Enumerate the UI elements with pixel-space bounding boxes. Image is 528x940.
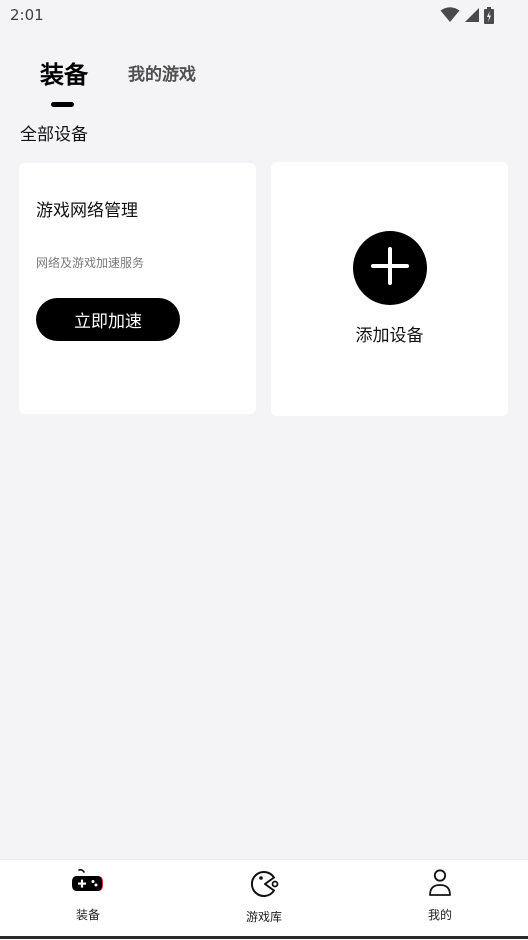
nav-label-game-library: 游戏库 bbox=[245, 910, 282, 924]
cell-signal-icon bbox=[464, 7, 480, 23]
tab-my-games-label: 我的游戏 bbox=[128, 65, 196, 85]
status-bar: 2:01 bbox=[0, 0, 528, 30]
plus-icon bbox=[369, 245, 411, 291]
tab-my-games[interactable]: 我的游戏 bbox=[128, 58, 196, 92]
nav-label-mine: 我的 bbox=[427, 908, 452, 922]
tab-equipment[interactable]: 装备 bbox=[40, 58, 88, 107]
wifi-icon bbox=[440, 7, 460, 23]
accelerate-now-button[interactable]: 立即加速 bbox=[36, 298, 180, 341]
bottom-nav: 装备 游戏库 我的 bbox=[0, 859, 528, 940]
nav-item-equipment[interactable]: 装备 bbox=[0, 860, 176, 940]
active-tab-indicator bbox=[51, 102, 74, 107]
add-device-label: 添加设备 bbox=[355, 326, 424, 346]
card-description: 网络及游戏加速服务 bbox=[36, 256, 145, 270]
pacman-icon bbox=[248, 868, 280, 900]
add-device-card[interactable]: 添加设备 bbox=[271, 162, 508, 416]
nav-item-mine[interactable]: 我的 bbox=[352, 860, 528, 940]
nav-item-game-library[interactable]: 游戏库 bbox=[176, 860, 352, 940]
section-title: 全部设备 bbox=[20, 125, 88, 145]
nav-label-equipment: 装备 bbox=[75, 908, 100, 922]
status-icons bbox=[440, 6, 494, 24]
top-tabs: 装备 我的游戏 bbox=[40, 58, 196, 107]
network-management-card[interactable]: 游戏网络管理 网络及游戏加速服务 立即加速 bbox=[19, 163, 256, 414]
person-icon bbox=[427, 868, 453, 898]
add-device-button[interactable] bbox=[353, 231, 427, 305]
tab-equipment-label: 装备 bbox=[40, 61, 88, 89]
gamepad-icon bbox=[72, 868, 104, 896]
status-time: 2:01 bbox=[10, 6, 44, 24]
battery-charging-icon bbox=[484, 6, 494, 24]
card-title: 游戏网络管理 bbox=[36, 201, 138, 221]
